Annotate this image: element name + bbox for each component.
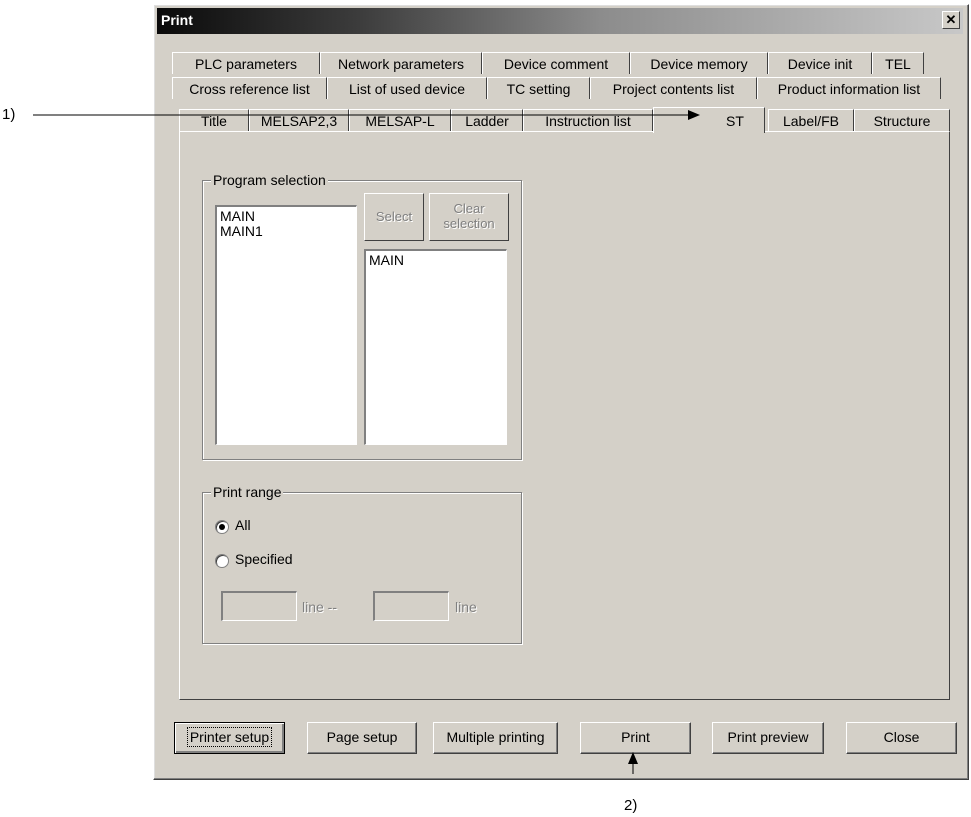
radio-specified-label: Specified: [235, 551, 293, 567]
end-line-label: line: [455, 599, 477, 615]
tab-melsap23[interactable]: MELSAP2,3: [249, 109, 349, 131]
page-setup-button[interactable]: Page setup: [307, 722, 417, 754]
list-item[interactable]: MAIN: [369, 253, 503, 268]
selected-programs-list[interactable]: MAIN: [364, 249, 507, 445]
tab-project-contents-list[interactable]: Project contents list: [590, 77, 757, 99]
tab-row-1: PLC parameters Network parameters Device…: [172, 52, 952, 74]
select-button[interactable]: Select: [364, 193, 424, 241]
print-range-group: Print range All Specified line -- line: [202, 484, 522, 644]
tab-melsap-l[interactable]: MELSAP-L: [349, 109, 451, 131]
print-button[interactable]: Print: [580, 722, 691, 754]
print-dialog: Print ✕ PLC parameters Network parameter…: [153, 4, 969, 780]
list-item[interactable]: MAIN: [220, 209, 353, 224]
tab-st[interactable]: ST: [653, 107, 765, 133]
radio-all-label: All: [235, 517, 251, 533]
printer-setup-button[interactable]: Printer setup: [174, 722, 285, 754]
tab-tc-setting[interactable]: TC setting: [487, 77, 590, 99]
tab-product-information-list[interactable]: Product information list: [757, 77, 941, 99]
callout-1-label: 1): [2, 106, 16, 123]
tab-row-3: Title MELSAP2,3 MELSAP-L Ladder Instruct…: [179, 107, 959, 133]
end-line-input[interactable]: [373, 591, 449, 621]
close-button[interactable]: Close: [846, 722, 957, 754]
tab-instruction-list[interactable]: Instruction list: [523, 109, 653, 131]
tab-title[interactable]: Title: [179, 109, 249, 131]
tab-list-of-used-device[interactable]: List of used device: [327, 77, 487, 99]
callout-2-label: 2): [624, 797, 638, 814]
tab-device-init[interactable]: Device init: [768, 52, 872, 74]
tab-label-fb[interactable]: Label/FB: [768, 109, 854, 131]
start-line-input[interactable]: [221, 591, 297, 621]
program-selection-group: Program selection MAIN MAIN1 Select Clea…: [202, 172, 522, 460]
available-programs-list[interactable]: MAIN MAIN1: [215, 205, 357, 445]
window-title: Print: [161, 12, 193, 28]
tab-cross-reference-list[interactable]: Cross reference list: [172, 77, 327, 99]
multiple-printing-button[interactable]: Multiple printing: [433, 722, 558, 754]
tab-tel[interactable]: TEL: [872, 52, 924, 74]
tab-device-memory[interactable]: Device memory: [630, 52, 768, 74]
tab-row-2: Cross reference list List of used device…: [172, 77, 952, 99]
radio-all[interactable]: [215, 520, 229, 534]
list-item[interactable]: MAIN1: [220, 224, 353, 239]
tab-network-parameters[interactable]: Network parameters: [320, 52, 482, 74]
print-preview-button[interactable]: Print preview: [712, 722, 824, 754]
tab-structure[interactable]: Structure: [854, 109, 950, 131]
radio-specified[interactable]: [215, 554, 229, 568]
close-icon: ✕: [945, 12, 957, 27]
program-selection-legend: Program selection: [211, 172, 328, 188]
tab-panel-st: Program selection MAIN MAIN1 Select Clea…: [179, 131, 950, 700]
clear-selection-button[interactable]: Clear selection: [429, 193, 509, 241]
print-range-legend: Print range: [211, 484, 284, 500]
start-line-label: line --: [302, 599, 338, 615]
title-bar: Print ✕: [157, 8, 963, 34]
close-window-button[interactable]: ✕: [942, 11, 960, 29]
tab-device-comment[interactable]: Device comment: [482, 52, 630, 74]
tab-plc-parameters[interactable]: PLC parameters: [172, 52, 320, 74]
tab-ladder[interactable]: Ladder: [451, 109, 523, 131]
